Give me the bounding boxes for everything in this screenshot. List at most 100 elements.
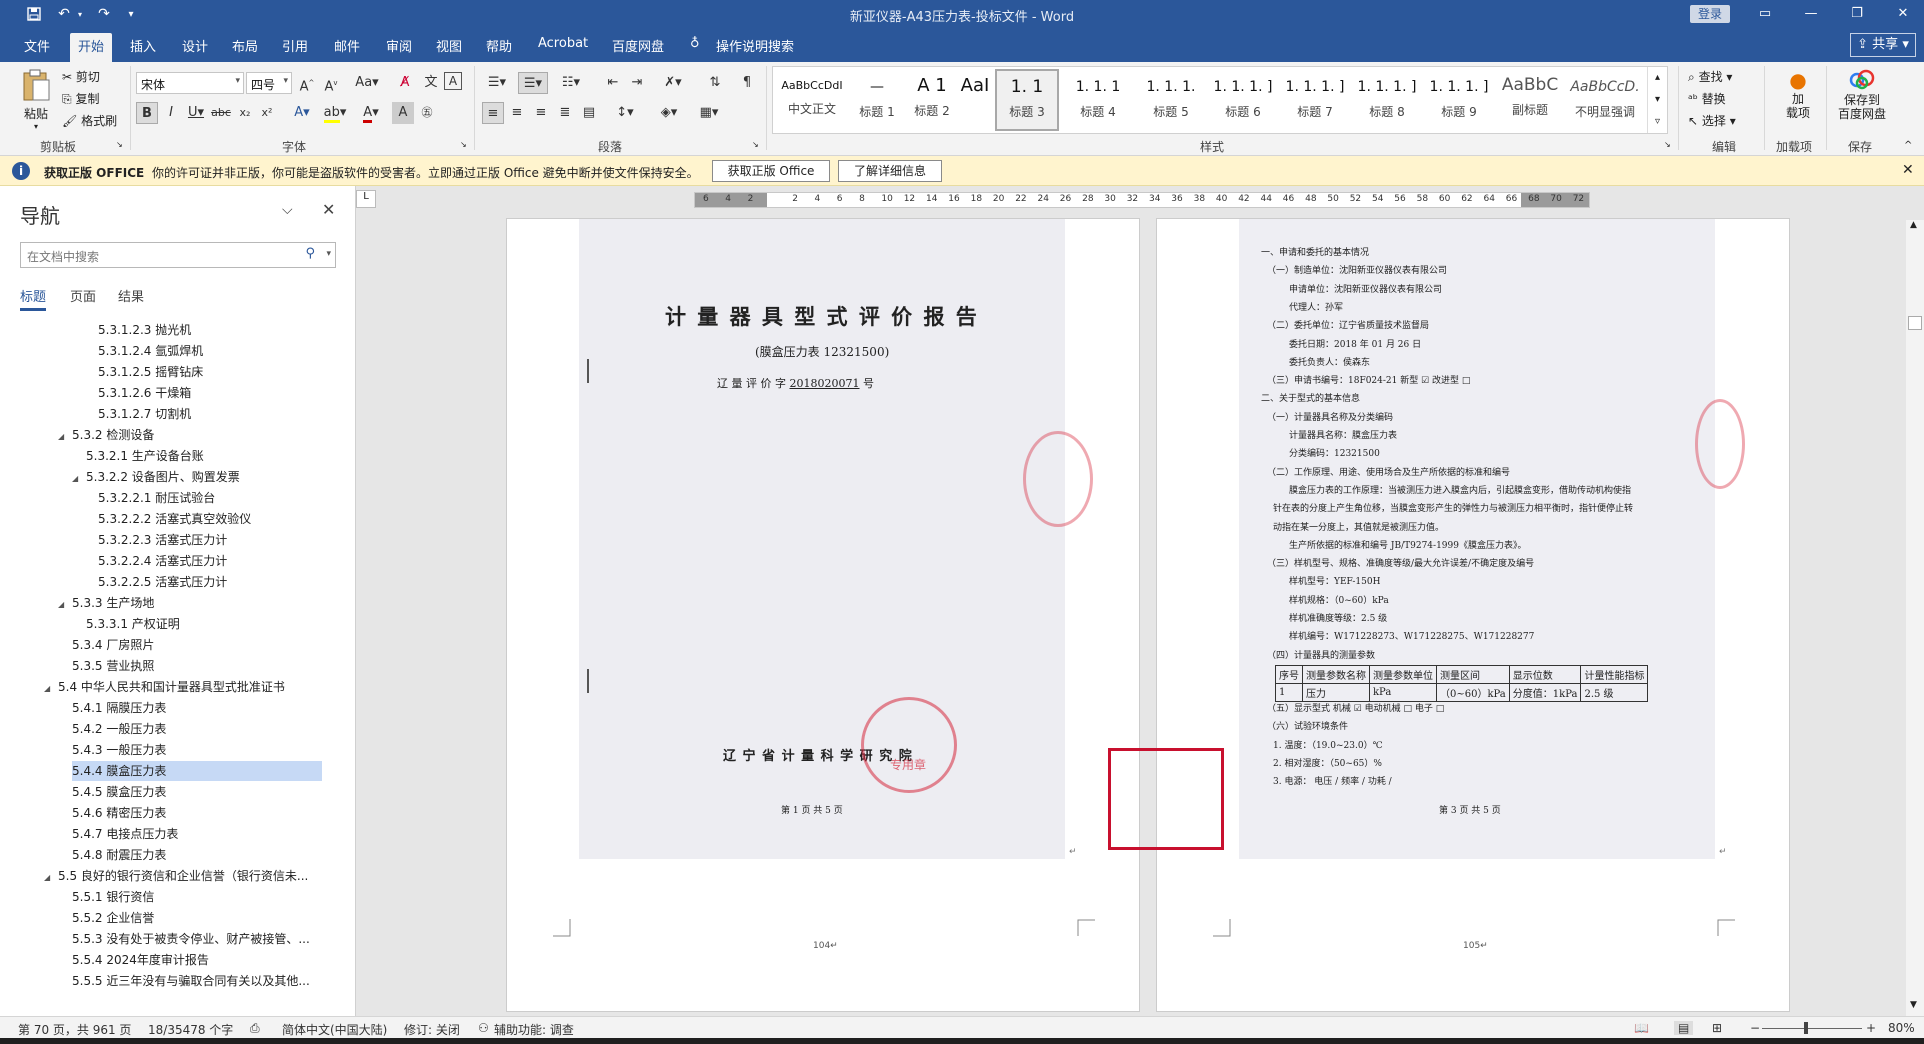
nav-heading[interactable]: 5.3.2.2.1 耐压试验台 <box>98 488 215 508</box>
zoom-slider[interactable] <box>1762 1028 1862 1029</box>
vertical-scrollbar[interactable]: ▲ ▼ <box>1906 220 1924 1016</box>
nav-heading[interactable]: 5.3.3.1 产权证明 <box>86 614 180 634</box>
paragraph-launcher-icon[interactable]: ↘ <box>752 140 759 149</box>
scroll-down-icon[interactable]: ▼ <box>1910 1000 1917 1010</box>
text-effects-icon[interactable]: A▾ <box>288 102 316 124</box>
font-launcher-icon[interactable]: ↘ <box>460 140 467 149</box>
scroll-thumb[interactable] <box>1908 316 1922 330</box>
nav-heading[interactable]: ◢ 5.3.2.2 设备图片、购置发票 <box>72 467 240 487</box>
nav-heading[interactable]: 5.3.2.2.4 活塞式压力计 <box>98 551 227 571</box>
clipboard-launcher-icon[interactable]: ↘ <box>116 140 123 149</box>
collapse-ribbon-icon[interactable]: ^ <box>1904 140 1912 151</box>
increase-indent-icon[interactable]: ⇥ <box>626 72 648 94</box>
char-shading-icon[interactable]: A <box>392 102 414 124</box>
nav-heading[interactable]: 5.3.2.2.2 活塞式真空效验仪 <box>98 509 251 529</box>
restore-icon[interactable]: ❐ <box>1842 4 1872 24</box>
nav-search-input[interactable]: 在文档中搜索 ⚲ ▾ <box>20 242 336 268</box>
multilevel-list-icon[interactable]: ☷▾ <box>556 72 586 94</box>
align-right-icon[interactable]: ≡ <box>530 102 552 124</box>
minimize-icon[interactable]: — <box>1796 4 1826 24</box>
tab-pages[interactable]: 页面 <box>70 286 96 305</box>
shading-icon[interactable]: ◈▾ <box>654 102 684 124</box>
nav-heading[interactable]: 5.3.1.2.7 切割机 <box>98 404 191 424</box>
addins-button[interactable]: ● 加 载项 <box>1776 68 1820 120</box>
tab-layout[interactable]: 布局 <box>232 36 258 55</box>
sort-icon[interactable]: ⇅ <box>704 72 726 94</box>
char-border-icon[interactable]: A <box>444 72 462 90</box>
style-item[interactable]: 1. 1. 1. ] 标题 7 <box>1279 69 1351 131</box>
zoom-out-icon[interactable]: − <box>1750 1021 1760 1035</box>
expand-triangle-icon[interactable]: ◢ <box>58 595 72 615</box>
numbering-icon[interactable]: ☰▾ <box>518 72 548 94</box>
clear-format-icon[interactable]: A̸ <box>394 72 416 94</box>
nav-heading[interactable]: ◢ 5.3.3 生产场地 <box>58 593 154 613</box>
close-icon[interactable]: ✕ <box>1902 162 1914 178</box>
nav-heading[interactable]: 5.3.5 营业执照 <box>72 656 154 676</box>
strikethrough-button[interactable]: abc <box>210 102 232 124</box>
nav-heading[interactable]: 5.4.6 精密压力表 <box>72 803 166 823</box>
font-name-combo[interactable]: 宋体 ▾ <box>136 72 244 94</box>
tab-references[interactable]: 引用 <box>282 36 308 55</box>
nav-heading[interactable]: 5.5.2 企业信誉 <box>72 908 154 928</box>
nav-heading[interactable]: ◢ 5.5 良好的银行资信和企业信誉（银行资信未... <box>44 866 308 886</box>
style-item[interactable]: 1. 1. 1. ] 标题 6 <box>1207 69 1279 131</box>
nav-heading[interactable]: 5.3.4 厂房照片 <box>72 635 154 655</box>
accessibility-status[interactable]: 辅助功能: 调查 <box>494 1021 574 1038</box>
nav-scrollbar[interactable] <box>342 320 352 1010</box>
show-marks-icon[interactable]: ¶ <box>736 72 758 94</box>
nav-heading[interactable]: 5.3.1.2.6 干燥箱 <box>98 383 191 403</box>
shrink-font-icon[interactable]: Av <box>320 72 342 94</box>
login-button[interactable]: 登录 <box>1690 5 1730 23</box>
cut-button[interactable]: ✂ 剪切 <box>62 68 100 85</box>
style-item[interactable]: 1. 1. 1. ] 标题 9 <box>1423 69 1495 131</box>
proofing-icon[interactable]: ⎙ <box>250 1021 260 1036</box>
language[interactable]: 简体中文(中国大陆) <box>282 1021 387 1038</box>
tab-view[interactable]: 视图 <box>436 36 462 55</box>
nav-heading[interactable]: 5.4.3 一般压力表 <box>72 740 166 760</box>
tab-headings[interactable]: 标题 <box>20 286 47 311</box>
bold-button[interactable]: B <box>136 102 158 124</box>
style-item[interactable]: 1. 1. 1. 标题 5 <box>1135 69 1207 131</box>
italic-button[interactable]: I <box>160 102 182 124</box>
align-center-icon[interactable]: ≡ <box>506 102 528 124</box>
share-button[interactable]: ⇪ 共享 ▾ <box>1850 33 1916 57</box>
zoom-level[interactable]: 80% <box>1888 1021 1915 1035</box>
page-count[interactable]: 第 70 页，共 961 页 <box>18 1021 131 1038</box>
lightbulb-icon[interactable]: ♁ <box>690 36 700 51</box>
style-item[interactable]: AaBbC 副标题 <box>1495 69 1565 131</box>
save-baidu-button[interactable]: 保存到 百度网盘 <box>1832 68 1892 121</box>
horizontal-ruler[interactable]: 6 4 2 2 4 6 8 10 12 14 16 18 20 22 24 26 28 30 32 34 36 38 40 4… <box>694 192 1590 208</box>
nav-heading[interactable]: 5.3.2.2.5 活塞式压力计 <box>98 572 227 592</box>
nav-heading[interactable]: 5.5.1 银行资信 <box>72 887 154 907</box>
change-case-icon[interactable]: Aa▾ <box>350 72 384 94</box>
tab-acrobat[interactable]: Acrobat <box>538 36 588 51</box>
tab-review[interactable]: 审阅 <box>386 36 412 55</box>
superscript-button[interactable]: x² <box>256 102 278 124</box>
phonetic-guide-icon[interactable]: 文 <box>420 72 442 94</box>
font-color-icon[interactable]: A▾ <box>356 102 386 124</box>
tab-insert[interactable]: 插入 <box>130 36 156 55</box>
tab-mailings[interactable]: 邮件 <box>334 36 360 55</box>
find-button[interactable]: ⌕ 查找 ▾ <box>1688 68 1732 85</box>
style-item[interactable]: AaBbCcDdI 中文正文 <box>777 69 847 131</box>
nav-heading[interactable]: 5.5.4 2024年度审计报告 <box>72 950 209 970</box>
nav-heading-selected[interactable]: 5.4.4 膜盒压力表 <box>72 761 322 781</box>
grow-font-icon[interactable]: A^ <box>296 72 318 94</box>
chevron-down-icon[interactable]: ⌵ <box>282 202 293 218</box>
nav-heading[interactable]: 5.4.5 膜盒压力表 <box>72 782 166 802</box>
format-painter-button[interactable]: 🖌 格式刷 <box>62 112 117 129</box>
nav-heading[interactable]: ◢ 5.3.2 检测设备 <box>58 425 154 445</box>
tell-me-search[interactable]: 操作说明搜索 <box>716 36 794 55</box>
justify-icon[interactable]: ≣ <box>554 102 576 124</box>
distribute-icon[interactable]: ▤ <box>578 102 600 124</box>
tab-home[interactable]: 开始 <box>70 33 113 62</box>
tab-file[interactable]: 文件 <box>24 36 50 55</box>
nav-heading[interactable]: 5.4.2 一般压力表 <box>72 719 166 739</box>
highlight-icon[interactable]: ab▾ <box>320 102 350 124</box>
expand-triangle-icon[interactable]: ◢ <box>44 868 58 888</box>
line-spacing-icon[interactable]: ↕▾ <box>610 102 640 124</box>
expand-triangle-icon[interactable]: ◢ <box>58 427 72 447</box>
learn-more-button[interactable]: 了解详细信息 <box>838 160 942 182</box>
style-item[interactable]: 1. 1. 1. ] 标题 8 <box>1351 69 1423 131</box>
nav-heading[interactable]: 5.5.5 近三年没有与骗取合同有关以及其他... <box>72 971 310 991</box>
